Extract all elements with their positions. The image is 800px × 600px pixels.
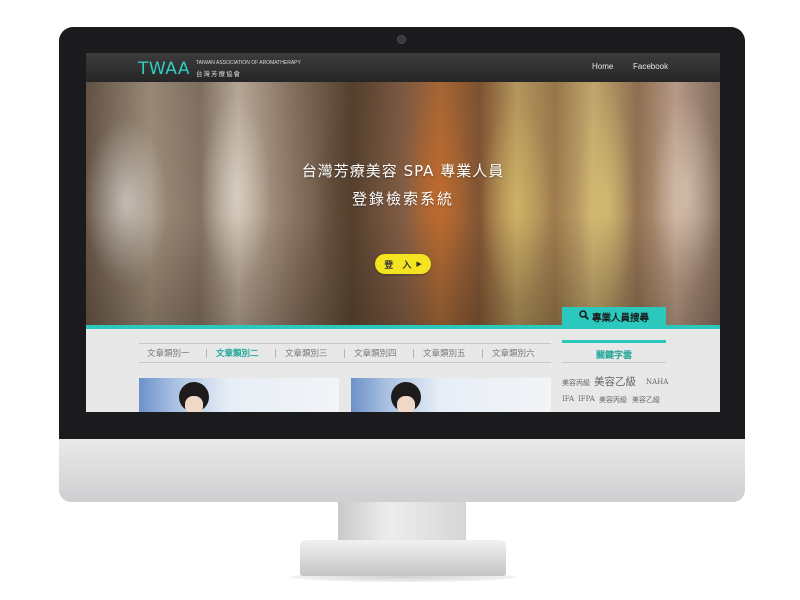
category-tab-2[interactable]: 文章類別二	[216, 347, 259, 359]
logo-chinese-name: 台灣芳療協會	[196, 70, 241, 78]
category-divider	[482, 349, 483, 358]
login-button-label: 登 入	[384, 260, 415, 271]
screen: TWAA TAIWAN ASSOCIATION OF AROMATHERAPY …	[86, 53, 720, 412]
category-tab-1[interactable]: 文章類別一	[147, 347, 190, 359]
camera-icon	[397, 35, 406, 44]
professional-search-tab[interactable]: 專業人員搜尋	[562, 307, 666, 326]
play-arrow-icon: ▶	[416, 260, 422, 268]
search-tab-label: 專業人員搜尋	[591, 312, 649, 324]
category-tab-4[interactable]: 文章類別四	[354, 347, 397, 359]
category-divider	[413, 349, 414, 358]
keyword-tag[interactable]: 美容丙級	[562, 378, 590, 388]
nav-link-home[interactable]: Home	[592, 62, 613, 71]
keyword-tag[interactable]: 美容丙級	[599, 395, 627, 405]
keyword-tag[interactable]: IFPA	[578, 395, 595, 403]
keyword-tag[interactable]: 美容乙級	[594, 374, 636, 389]
article-thumbnail[interactable]	[351, 378, 551, 412]
hero-title-line2: 登錄檢索系統	[351, 190, 454, 208]
keyword-cloud-divider	[562, 362, 666, 363]
category-tab-3[interactable]: 文章類別三	[285, 347, 328, 359]
keyword-tag[interactable]: 美容乙級	[632, 395, 660, 405]
hero-banner: 台灣芳療美容 SPA 專業人員 登錄檢索系統 登 入 ▶	[86, 82, 720, 325]
category-nav: 文章類別一 文章類別二 文章類別三 文章類別四 文章類別五 文章類別六	[139, 343, 551, 363]
top-navbar: TWAA TAIWAN ASSOCIATION OF AROMATHERAPY …	[86, 53, 720, 82]
category-divider	[206, 349, 207, 358]
main-content: 文章類別一 文章類別二 文章類別三 文章類別四 文章類別五 文章類別六 關鍵字雲…	[86, 329, 720, 412]
keyword-tag[interactable]: IFA	[562, 395, 574, 403]
person-face	[185, 396, 203, 412]
monitor-stand-base	[300, 540, 506, 576]
category-divider	[344, 349, 345, 358]
logo-english-name: TAIWAN ASSOCIATION OF AROMATHERAPY	[196, 60, 301, 66]
keyword-cloud-title: 關鍵字雲	[595, 351, 632, 361]
search-icon	[579, 310, 589, 323]
login-button[interactable]: 登 入 ▶	[375, 254, 431, 274]
category-tab-6[interactable]: 文章類別六	[492, 347, 535, 359]
monitor-chin	[59, 439, 745, 502]
logo-mark: TWAA	[138, 59, 190, 79]
article-thumbnail[interactable]	[139, 378, 339, 412]
keyword-tag[interactable]: NAHA	[646, 378, 668, 386]
hero-title-line1: 台灣芳療美容 SPA 專業人員	[301, 162, 505, 180]
category-divider	[275, 349, 276, 358]
monitor-stand-neck	[338, 502, 466, 542]
person-face	[397, 396, 415, 412]
category-tab-5[interactable]: 文章類別五	[423, 347, 466, 359]
nav-link-facebook[interactable]: Facebook	[633, 62, 668, 71]
keyword-cloud-accent	[562, 340, 666, 343]
